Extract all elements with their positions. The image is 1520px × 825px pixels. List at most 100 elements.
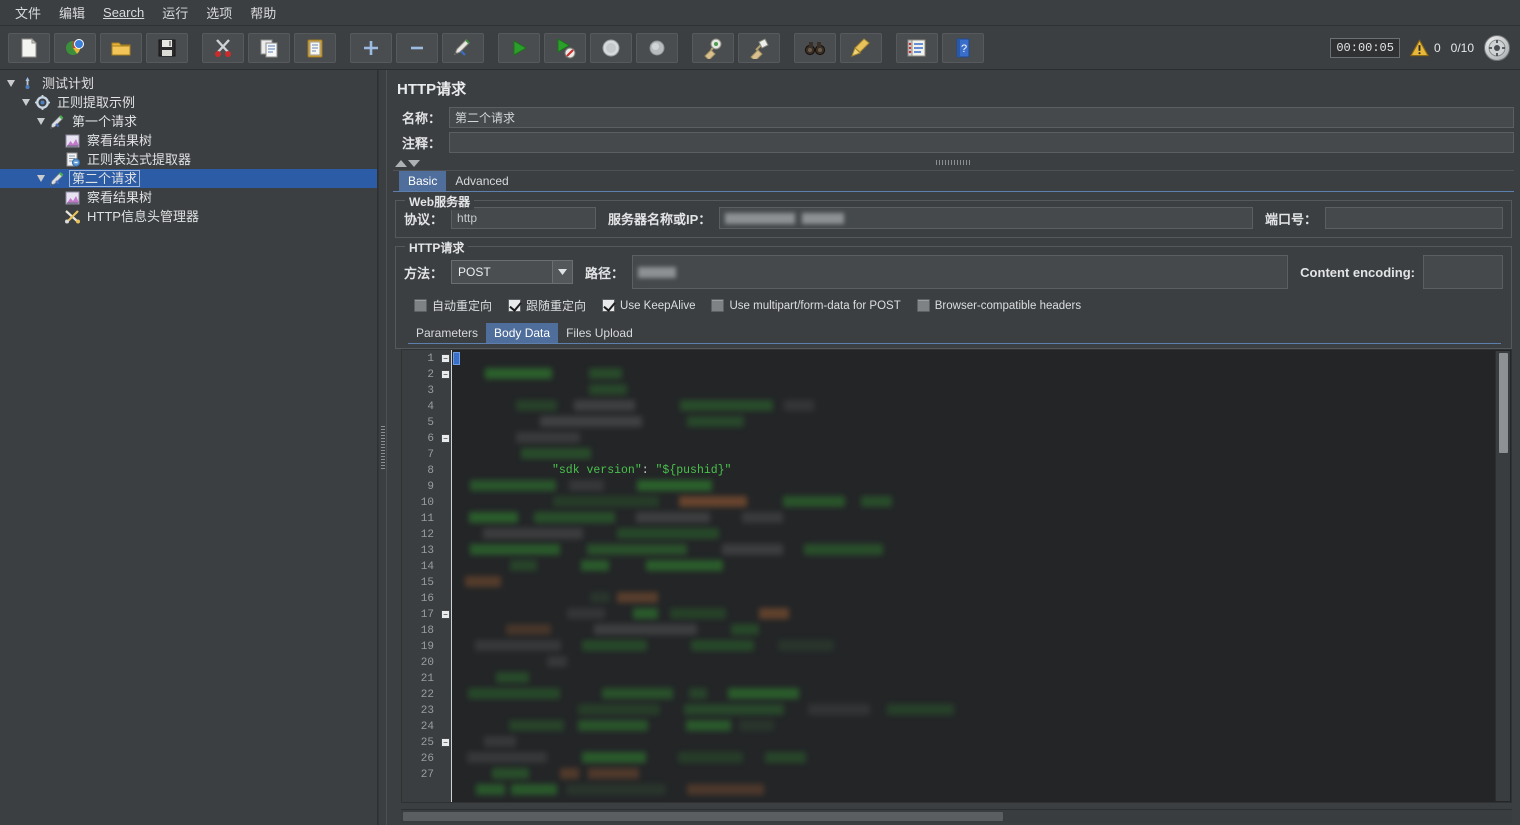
path-input[interactable] (632, 255, 1289, 289)
code-line[interactable] (452, 559, 1511, 575)
tab-parameters[interactable]: Parameters (408, 323, 486, 343)
editor-vertical-scrollbar[interactable] (1495, 351, 1510, 801)
tree-item-header-manager[interactable]: HTTP信息头管理器 (0, 207, 377, 226)
checkbox-unchecked-icon[interactable] (711, 299, 725, 312)
toggle-button[interactable] (442, 32, 484, 63)
help-button[interactable]: ? (942, 32, 984, 63)
code-line[interactable]: "sdk version": "${pushid}" (452, 463, 1511, 479)
code-line[interactable] (452, 703, 1511, 719)
chevron-down-icon[interactable] (4, 74, 18, 93)
menu-help[interactable]: 帮助 (241, 0, 285, 25)
menu-options[interactable]: 选项 (197, 0, 241, 25)
cut-button[interactable] (202, 32, 244, 63)
editor-hscroll-thumb[interactable] (403, 812, 1003, 821)
start-button[interactable] (498, 32, 540, 63)
checkbox-auto-redirect[interactable]: 自动重定向 (414, 297, 492, 314)
name-input[interactable]: 第二个请求 (449, 107, 1514, 128)
code-line[interactable] (452, 351, 1511, 367)
checkbox-unchecked-icon[interactable] (916, 299, 930, 312)
collapse-arrows[interactable] (395, 157, 420, 167)
code-line[interactable] (452, 543, 1511, 559)
test-plan-tree[interactable]: 测试计划 正则提取示例 第一个请求 察看结果树 正则表达式提取器 第二个请求 察看结果树 HT… (0, 70, 378, 825)
menu-search[interactable]: Search (94, 2, 153, 23)
reset-button[interactable] (1484, 35, 1510, 61)
code-line[interactable] (452, 671, 1511, 687)
clear-button[interactable] (692, 32, 734, 63)
checkbox-checked-icon[interactable] (508, 299, 522, 312)
body-data-editor[interactable]: 1−2− 3 4 5 6− 7 8 9 10 11 12 13 14 15 16 17− 18 19 20 21 22 2… (401, 349, 1512, 803)
tree-item-request-1[interactable]: 第一个请求 (0, 112, 377, 131)
collapse-down-icon[interactable] (408, 160, 420, 167)
code-line[interactable] (452, 639, 1511, 655)
code-line[interactable] (452, 383, 1511, 399)
checkbox-follow-redirect[interactable]: 跟随重定向 (508, 297, 586, 314)
tree-item-regex-extractor[interactable]: 正则表达式提取器 (0, 150, 377, 169)
code-line[interactable] (452, 527, 1511, 543)
function-helper-button[interactable] (896, 32, 938, 63)
code-line[interactable] (452, 767, 1511, 783)
code-line[interactable] (452, 367, 1511, 383)
tree-item-test-plan[interactable]: 测试计划 (0, 74, 377, 93)
server-name-input[interactable] (719, 207, 1253, 229)
open-button[interactable] (100, 32, 142, 63)
code-line[interactable] (452, 399, 1511, 415)
stop-button[interactable] (590, 32, 632, 63)
expand-all-button[interactable] (350, 32, 392, 63)
chevron-down-icon[interactable] (552, 261, 573, 283)
protocol-input[interactable]: http (451, 207, 597, 229)
shutdown-button[interactable] (636, 32, 678, 63)
tree-item-view-results-2[interactable]: 察看结果树 (0, 188, 377, 207)
horizontal-splitter-grip[interactable] (935, 160, 972, 165)
content-encoding-input[interactable] (1423, 255, 1503, 289)
menu-run[interactable]: 运行 (153, 0, 197, 25)
port-input[interactable] (1325, 207, 1503, 229)
code-line[interactable] (452, 575, 1511, 591)
editor-scroll-thumb[interactable] (1499, 353, 1508, 453)
checkbox-unchecked-icon[interactable] (414, 299, 427, 312)
fold-toggle-icon[interactable]: − (441, 610, 450, 619)
checkbox-keepalive[interactable]: Use KeepAlive (602, 299, 695, 312)
tab-advanced[interactable]: Advanced (446, 171, 517, 191)
chevron-down-icon[interactable] (34, 169, 48, 188)
tab-basic[interactable]: Basic (399, 171, 447, 191)
code-line[interactable] (452, 431, 1511, 447)
tree-item-thread-group[interactable]: 正则提取示例 (0, 93, 377, 112)
code-line[interactable] (452, 623, 1511, 639)
fold-toggle-icon[interactable]: − (441, 434, 450, 443)
tree-item-request-2[interactable]: 第二个请求 (0, 169, 377, 188)
save-button[interactable] (146, 32, 188, 63)
fold-toggle-icon[interactable]: − (441, 370, 450, 379)
paste-button[interactable] (294, 32, 336, 63)
fold-bar[interactable] (438, 350, 452, 802)
code-line[interactable] (452, 511, 1511, 527)
templates-button[interactable] (54, 32, 96, 63)
warning-indicator[interactable]: 0 (1409, 39, 1441, 57)
code-line[interactable] (452, 415, 1511, 431)
code-line[interactable] (452, 655, 1511, 671)
checkbox-checked-icon[interactable] (602, 299, 616, 312)
menu-file[interactable]: 文件 (6, 0, 50, 25)
new-button[interactable] (8, 32, 50, 63)
code-line[interactable] (452, 607, 1511, 623)
code-line[interactable] (452, 591, 1511, 607)
code-line[interactable] (452, 751, 1511, 767)
code-line[interactable] (452, 479, 1511, 495)
reset-search-button[interactable] (840, 32, 882, 63)
code-line[interactable] (452, 687, 1511, 703)
vertical-splitter[interactable] (378, 70, 387, 825)
tree-item-view-results-1[interactable]: 察看结果树 (0, 131, 377, 150)
fold-toggle-icon[interactable]: − (441, 738, 450, 747)
checkbox-browser-compatible-headers[interactable]: Browser-compatible headers (916, 299, 1081, 312)
chevron-down-icon[interactable] (34, 112, 48, 131)
clear-all-button[interactable] (738, 32, 780, 63)
code-line[interactable] (452, 735, 1511, 751)
copy-button[interactable] (248, 32, 290, 63)
comment-input[interactable] (449, 132, 1514, 153)
body-data-code[interactable]: "sdk version": "${pushid}" (452, 350, 1511, 802)
code-line[interactable] (452, 495, 1511, 511)
tab-body-data[interactable]: Body Data (486, 323, 559, 343)
collapse-up-icon[interactable] (395, 160, 407, 167)
method-select[interactable]: POST (451, 260, 574, 284)
code-line[interactable] (452, 783, 1511, 799)
start-no-pauses-button[interactable] (544, 32, 586, 63)
